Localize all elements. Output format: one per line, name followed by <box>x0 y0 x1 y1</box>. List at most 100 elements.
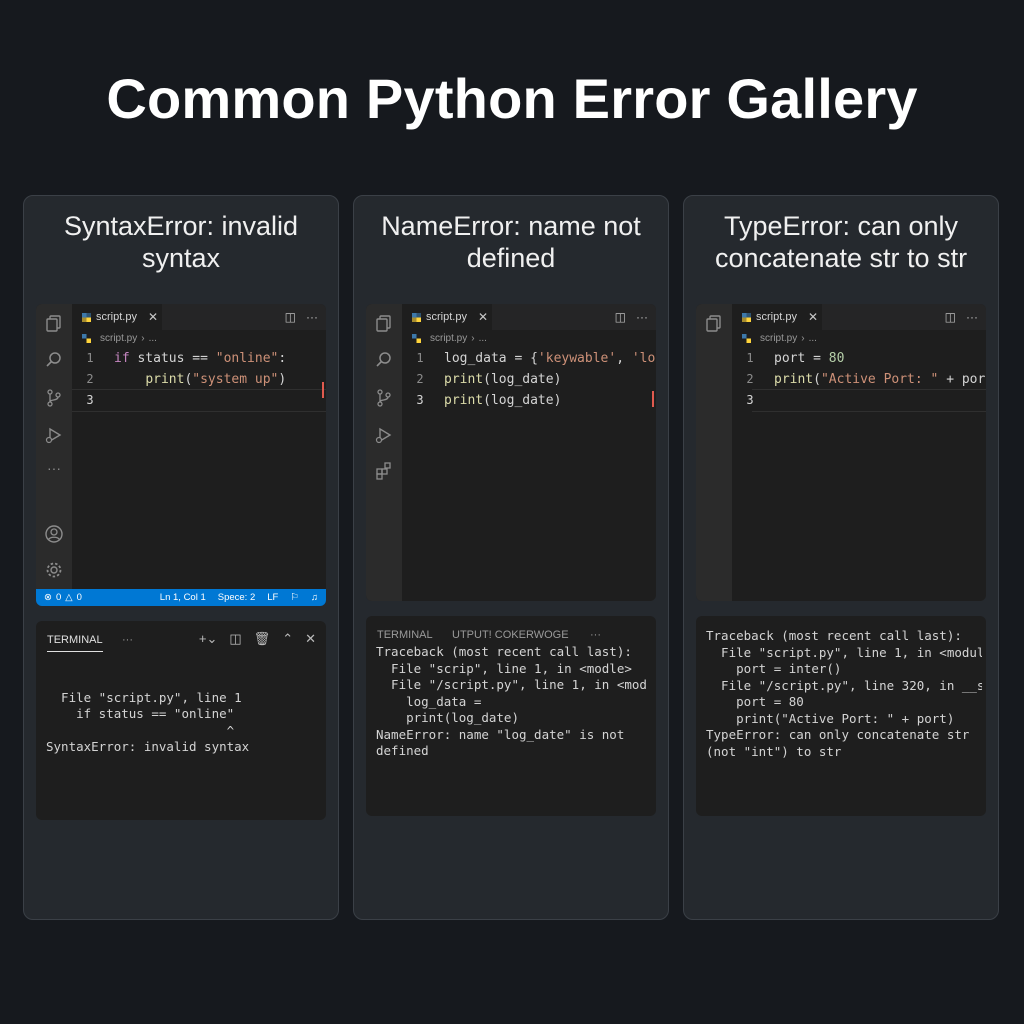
code-line[interactable]: 1 log_data = {'keywable', 'lo <box>402 348 656 369</box>
search-icon[interactable] <box>374 350 394 370</box>
code-line[interactable]: 2 print("system up") <box>72 369 326 390</box>
breadcrumb-more[interactable]: ... <box>479 333 487 344</box>
line-number: 3 <box>416 393 424 407</box>
editor-actions: ◫ ··· <box>615 310 648 324</box>
split-editor-icon[interactable]: ◫ <box>945 310 956 324</box>
more-actions-icon[interactable]: ··· <box>966 310 978 324</box>
terminal-line: Traceback (most recent call last): <box>376 644 632 659</box>
tab-bar: script.py ✕ ◫ ··· <box>402 304 656 330</box>
tab-bar: script.py ✕ ◫ ··· <box>72 304 326 330</box>
more-actions-icon[interactable]: ··· <box>636 310 648 324</box>
gear-icon[interactable] <box>44 560 64 580</box>
breadcrumb-file[interactable]: script.py <box>100 333 137 344</box>
code-token: ) <box>278 372 287 387</box>
maximize-panel-icon[interactable]: ⌃ <box>282 631 293 647</box>
explorer-icon[interactable] <box>44 313 64 333</box>
code-area[interactable]: 1 if status == "online": 2 print("system u… <box>72 348 326 411</box>
split-editor-icon[interactable]: ◫ <box>615 310 626 324</box>
tab-script-py[interactable]: script.py ✕ <box>732 304 822 330</box>
breadcrumb: script.py › ... <box>742 333 817 344</box>
terminal-more-tabs[interactable]: ··· <box>590 629 601 641</box>
code-line[interactable]: 2 print("Active Port: " + port)_ <box>732 369 986 390</box>
line-number: 3 <box>86 393 94 407</box>
cursor-position[interactable]: Ln 1, Col 1 <box>160 592 206 603</box>
terminal-line: TypeError: can only concatenate str <box>706 727 970 742</box>
code-line[interactable]: 1 if status == "online": <box>72 348 326 369</box>
code-line[interactable]: 2 print(log_date) <box>402 369 656 390</box>
terminal-line: defined <box>376 743 429 758</box>
code-token: : <box>278 351 287 366</box>
code-text: print(log_date) <box>444 369 561 390</box>
breadcrumb-file[interactable]: script.py <box>430 333 467 344</box>
terminal-line: File "script.py", line 1 <box>46 689 242 705</box>
more-actions-icon[interactable]: ··· <box>306 310 318 324</box>
split-terminal-icon[interactable]: ◫ <box>229 631 241 647</box>
tab-output[interactable]: UTPUT! COKERWOGE <box>452 629 569 641</box>
new-terminal-icon[interactable]: +⌄ <box>199 631 217 647</box>
code-editor: script.py ✕ ◫ ··· script.py › ... 1 port … <box>696 304 986 601</box>
error-card-name: NameError: name not defined script.py ✕ … <box>353 195 669 920</box>
code-token: print <box>444 393 484 408</box>
problems-indicator[interactable]: ⊗ 0 △ 0 <box>44 592 82 603</box>
more-icon[interactable]: ··· <box>44 460 64 480</box>
terminal-output: Traceback (most recent call last): File … <box>706 628 982 760</box>
code-token: print <box>774 372 814 387</box>
explorer-icon[interactable] <box>374 313 394 333</box>
breadcrumb-more[interactable]: ... <box>809 333 817 344</box>
extensions-icon[interactable] <box>374 461 394 481</box>
terminal-output: File "script.py", line 1 if status == "o… <box>46 673 322 756</box>
code-area[interactable]: 1 log_data = {'keywable', 'lo 2 print(log_d… <box>402 348 656 411</box>
terminal-more-tabs[interactable]: ··· <box>122 634 133 646</box>
bell-icon[interactable]: ♫ <box>311 592 318 603</box>
tab-script-py[interactable]: script.py ✕ <box>402 304 492 330</box>
code-token: 'lo <box>631 351 656 366</box>
code-line[interactable]: 3 <box>72 390 326 411</box>
indentation[interactable]: Spece: 2 <box>218 592 256 603</box>
code-line[interactable]: 3 print(log_date) <box>402 390 656 411</box>
terminal-line: if status == "online" <box>46 706 235 721</box>
tab-label: script.py <box>426 311 467 323</box>
tab-label: script.py <box>756 311 797 323</box>
terminal-line: File "/script.py", line 320, in __s <box>706 677 982 693</box>
code-line[interactable]: 1 port = 80 <box>732 348 986 369</box>
explorer-icon[interactable] <box>704 313 724 333</box>
code-text: print(log_date) <box>444 390 561 411</box>
line-number: 1 <box>746 351 754 365</box>
search-icon[interactable] <box>44 350 64 370</box>
status-right: Ln 1, Col 1 Spece: 2 LF ⚐ ♫ <box>160 592 318 603</box>
run-debug-icon[interactable] <box>374 425 394 445</box>
breadcrumb-more[interactable]: ... <box>149 333 157 344</box>
breadcrumb: script.py › ... <box>82 333 157 344</box>
end-of-line[interactable]: LF <box>267 592 278 603</box>
account-icon[interactable] <box>44 524 64 544</box>
run-debug-icon[interactable] <box>44 425 64 445</box>
tab-terminal[interactable]: TERMINAL <box>377 629 433 641</box>
tab-script-py[interactable]: script.py ✕ <box>72 304 162 330</box>
activity-bar: ··· <box>36 304 72 606</box>
terminal-line: print(log_date) <box>376 710 519 725</box>
terminal-line: port = inter() <box>706 661 842 676</box>
python-file-icon <box>742 334 751 343</box>
close-panel-icon[interactable]: ✕ <box>305 631 316 647</box>
close-icon[interactable]: ✕ <box>478 310 488 324</box>
split-editor-icon[interactable]: ◫ <box>285 310 296 324</box>
close-icon[interactable]: ✕ <box>808 310 818 324</box>
card-heading: NameError: name not defined <box>381 211 641 273</box>
breadcrumb-file[interactable]: script.py <box>760 333 797 344</box>
feedback-icon[interactable]: ⚐ <box>290 592 299 603</box>
code-line[interactable]: 3 <box>732 390 986 411</box>
tab-terminal[interactable]: TERMINAL <box>47 634 103 652</box>
error-card-type: TypeError: can only concatenate str to s… <box>683 195 999 920</box>
code-area[interactable]: 1 port = 80 2 print("Active Port: " + port)… <box>732 348 986 411</box>
trash-icon[interactable]: 🗑 <box>254 631 271 647</box>
source-control-icon[interactable] <box>44 388 64 408</box>
terminal-line: ^ <box>46 722 235 738</box>
activity-bar <box>366 304 402 601</box>
terminal-output: Traceback (most recent call last): File … <box>376 644 652 760</box>
breadcrumb-chevron-icon: › <box>141 333 145 344</box>
code-token: (log_date) <box>483 393 562 408</box>
close-icon[interactable]: ✕ <box>148 310 158 324</box>
code-token: "Active Port: " <box>820 372 939 387</box>
page-title: Common Python Error Gallery <box>106 67 918 130</box>
source-control-icon[interactable] <box>374 388 394 408</box>
